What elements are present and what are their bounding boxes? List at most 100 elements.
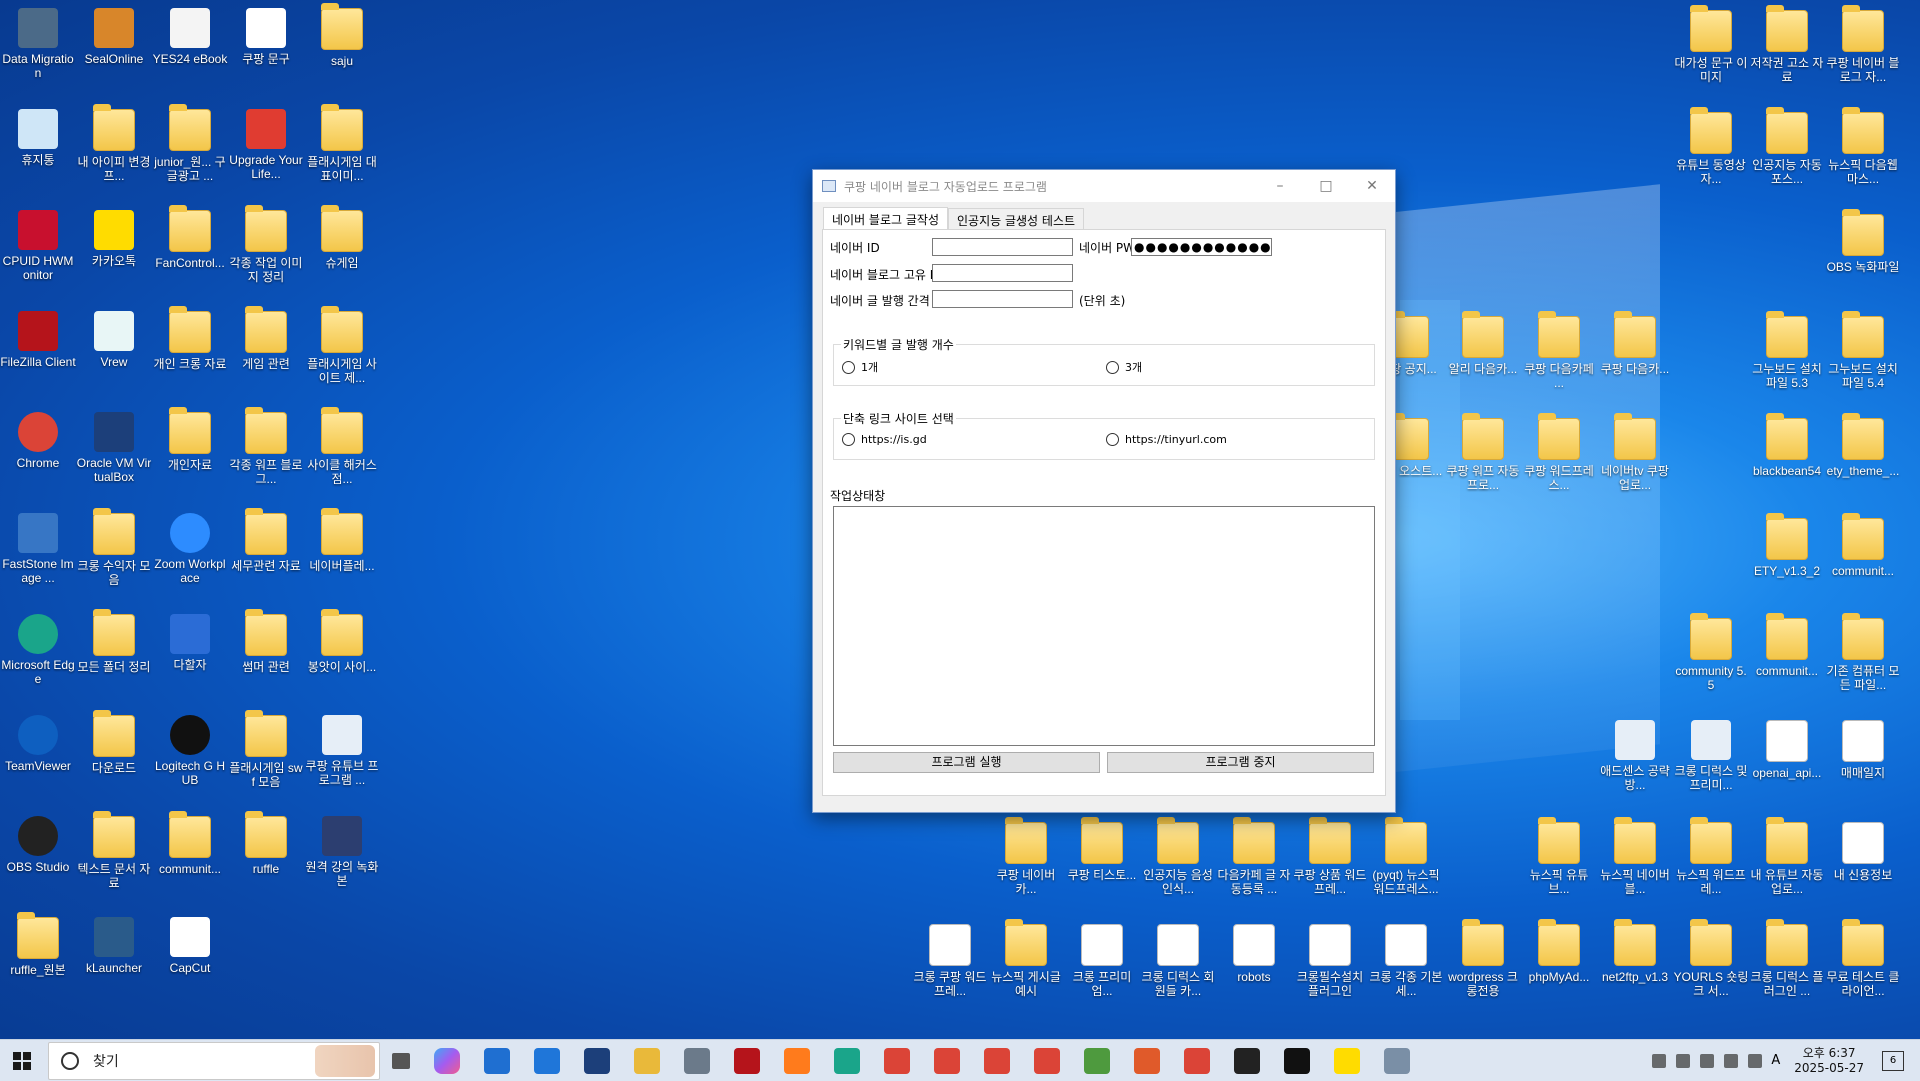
start-button[interactable] — [0, 1040, 44, 1081]
desktop-icon[interactable]: 인공지능 음성인식... — [1140, 817, 1216, 896]
desktop-icon[interactable]: 크롱 디럭스 및 프리미... — [1673, 720, 1749, 792]
desktop-icon[interactable]: Microsoft Edge — [0, 614, 76, 686]
desktop-icon[interactable]: 개인자료 — [152, 407, 228, 472]
desktop-icon[interactable]: 인공지능 자동포스... — [1749, 107, 1825, 186]
interval-input[interactable] — [932, 290, 1073, 308]
chrome-profile-icon[interactable] — [934, 1047, 960, 1074]
chrome-profile-icon[interactable] — [1034, 1047, 1060, 1074]
calculator-icon[interactable] — [684, 1047, 710, 1074]
vscode-icon[interactable] — [484, 1047, 510, 1074]
desktop-icon[interactable]: wordpress 크롱전용 — [1445, 919, 1521, 998]
desktop-icon[interactable]: 쿠팡 유튜브 프로그램 ... — [304, 715, 380, 787]
desktop-icon[interactable]: 다할자 — [152, 614, 228, 672]
naver-pw-input[interactable]: ●●●●●●●●●●●● — [1131, 238, 1272, 256]
desktop-icon[interactable]: (pyqt) 뉴스픽 워드프레스... — [1368, 817, 1444, 896]
filezilla-taskbar-icon[interactable] — [734, 1047, 760, 1074]
radio-three[interactable]: 3개 — [1106, 359, 1142, 375]
tab-blog-write[interactable]: 네이버 블로그 글작성 — [823, 207, 948, 229]
desktop-icon[interactable]: 뉴스픽 유튜브... — [1521, 817, 1597, 896]
desktop-icon[interactable]: 크롱 수익자 모음 — [76, 508, 152, 587]
desktop-icon[interactable]: 뉴스픽 게시글 예시 — [988, 919, 1064, 998]
desktop-icon[interactable]: CapCut — [152, 917, 228, 975]
taskbar-search[interactable]: 찾기 — [48, 1041, 380, 1080]
stop-button[interactable]: 프로그램 중지 — [1107, 752, 1374, 773]
desktop-icon[interactable]: CPUID HWMonitor — [0, 210, 76, 282]
firefox-icon[interactable] — [784, 1047, 810, 1074]
desktop-icon[interactable]: 게임 관련 — [228, 306, 304, 371]
desktop-icon[interactable]: YES24 eBook — [152, 8, 228, 66]
title-bar[interactable]: 쿠팡 네이버 블로그 자동업로드 프로그램 – □ ✕ — [813, 170, 1395, 202]
radio-tinyurl[interactable]: https://tinyurl.com — [1106, 433, 1227, 446]
desktop-icon[interactable]: junior_원... 구글광고 ... — [152, 104, 228, 183]
app-icon[interactable] — [1134, 1047, 1160, 1074]
desktop-icon[interactable]: Upgrade Your Life... — [228, 109, 304, 181]
desktop-icon[interactable]: Zoom Workplace — [152, 513, 228, 585]
desktop-icon[interactable]: FileZilla Client — [0, 311, 76, 369]
naver-id-input[interactable] — [932, 238, 1073, 256]
desktop-icon[interactable]: 크롱 디럭스 플러그인 ... — [1749, 919, 1825, 998]
desktop-icon[interactable]: 슈게임 — [304, 205, 380, 270]
desktop-icon[interactable]: Chrome — [0, 412, 76, 470]
desktop-icon[interactable]: net2ftp_v1.3 — [1597, 919, 1673, 984]
blog-id-input[interactable] — [932, 264, 1073, 282]
desktop-icon[interactable]: 개인 크롱 자료 — [152, 306, 228, 371]
desktop-icon[interactable]: 크롱 쿠팡 워드프레... — [912, 924, 988, 998]
desktop-icon[interactable]: 뉴스픽 다음웹마스... — [1825, 107, 1901, 186]
desktop-icon[interactable]: OBS Studio — [0, 816, 76, 874]
desktop-icon[interactable]: 쿠팡 워프 자동 프로... — [1445, 413, 1521, 492]
desktop-icon[interactable]: TeamViewer — [0, 715, 76, 773]
desktop-icon[interactable]: 플래시게임 대표이미... — [304, 104, 380, 183]
notification-icon[interactable]: 6 — [1882, 1050, 1904, 1071]
desktop-icon[interactable]: kLauncher — [76, 917, 152, 975]
virtualbox-taskbar-icon[interactable] — [584, 1047, 610, 1074]
desktop-icon[interactable]: 크롱 각종 기본 세... — [1368, 924, 1444, 998]
desktop-icon[interactable]: 쿠팡 워드프레스... — [1521, 413, 1597, 492]
desktop-icon[interactable]: Vrew — [76, 311, 152, 369]
desktop-icon[interactable]: 쿠팡 다음카페 ... — [1521, 311, 1597, 390]
desktop-icon[interactable]: 내 신용정보 — [1825, 822, 1901, 882]
desktop-icon[interactable]: saju — [304, 3, 380, 68]
close-icon[interactable]: ✕ — [1349, 170, 1395, 202]
desktop-icon[interactable]: 내 아이피 변경 프... — [76, 104, 152, 183]
desktop-icon[interactable]: 그누보드 설치파일 5.4 — [1825, 311, 1901, 390]
desktop-icon[interactable]: 쿠팡 상품 워드프레... — [1292, 817, 1368, 896]
desktop-icon[interactable]: 각종 작업 이미지 정리 — [228, 205, 304, 284]
desktop-icon[interactable]: 쿠팡 네이버 블로그 자... — [1825, 5, 1901, 84]
file-explorer-icon[interactable] — [634, 1047, 660, 1074]
desktop-icon[interactable]: 원격 강의 녹화본 — [304, 816, 380, 888]
desktop-icon[interactable]: Oracle VM VirtualBox — [76, 412, 152, 484]
radio-circle-icon[interactable] — [842, 360, 855, 374]
desktop-icon[interactable]: communit... — [1749, 613, 1825, 678]
desktop-icon[interactable]: 모든 폴더 정리 — [76, 609, 152, 674]
run-button[interactable]: 프로그램 실행 — [833, 752, 1100, 773]
desktop-icon[interactable]: communit... — [1825, 513, 1901, 578]
radio-circle-icon[interactable] — [1106, 360, 1119, 374]
desktop-icon[interactable]: ruffle — [228, 811, 304, 876]
desktop-icon[interactable]: YOURLS 숏링크 서... — [1673, 919, 1749, 998]
desktop-icon[interactable]: 다운로드 — [76, 710, 152, 775]
desktop-icon[interactable]: phpMyAd... — [1521, 919, 1597, 984]
desktop-icon[interactable]: community 5.5 — [1673, 613, 1749, 692]
desktop-icon[interactable]: 플래시게임 swf 모음 — [228, 710, 304, 789]
desktop-icon[interactable]: 봉앗이 사이... — [304, 609, 380, 674]
obs-taskbar-icon[interactable] — [1234, 1047, 1260, 1074]
desktop-icon[interactable]: 크롱 디럭스 회원들 카... — [1140, 924, 1216, 998]
notepad-icon[interactable] — [1084, 1047, 1110, 1074]
desktop-icon[interactable]: 애드센스 공략 방... — [1597, 720, 1673, 792]
desktop-icon[interactable]: 매매일지 — [1825, 720, 1901, 780]
taskbar-clock[interactable]: 오후 6:37 2025-05-27 — [1794, 1046, 1864, 1076]
desktop-icon[interactable]: communit... — [152, 811, 228, 876]
display-icon[interactable] — [1700, 1053, 1715, 1068]
kakaotalk-taskbar-icon[interactable] — [1334, 1047, 1360, 1074]
tab-ai-test[interactable]: 인공지능 글생성 테스트 — [948, 208, 1085, 230]
desktop-icon[interactable]: 대가성 문구 이미지 — [1673, 5, 1749, 84]
volume-icon[interactable] — [1748, 1053, 1763, 1068]
desktop-icon[interactable]: openai_api... — [1749, 720, 1825, 780]
minimize-icon[interactable]: – — [1257, 170, 1303, 202]
desktop-icon[interactable]: OBS 녹화파일 — [1825, 209, 1901, 274]
status-textarea[interactable] — [833, 506, 1375, 746]
desktop-icon[interactable]: 뉴스픽 워드프레... — [1673, 817, 1749, 896]
desktop-icon[interactable]: 쿠팡 네이버카... — [988, 817, 1064, 896]
radio-circle-icon[interactable] — [842, 433, 855, 446]
chrome-profile-icon[interactable] — [1184, 1047, 1210, 1074]
